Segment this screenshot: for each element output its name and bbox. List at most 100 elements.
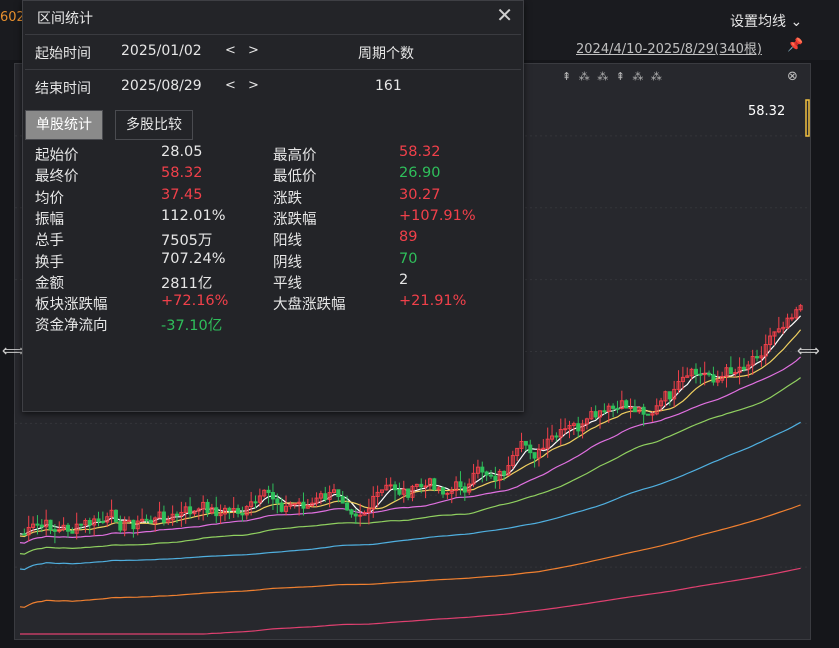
period-count-value: 161: [375, 78, 402, 94]
stat-label: 最终价: [35, 169, 79, 186]
candle-body: [175, 513, 179, 517]
stat-label: 阳线: [273, 233, 302, 250]
stat-value: 707.24%: [161, 250, 226, 267]
stat-value: 2811亿: [161, 275, 213, 292]
candle-body: [432, 478, 437, 491]
candle-body: [711, 374, 716, 383]
stat-label: 总手: [35, 233, 64, 250]
stat-value: -37.10亿: [161, 318, 223, 335]
candle-body: [667, 391, 672, 400]
period-count-label: 周期个数: [358, 46, 414, 62]
candle-body: [127, 519, 132, 522]
stat-value: +72.16%: [161, 293, 229, 310]
tab-single-stock[interactable]: 单股统计: [25, 110, 103, 140]
stat-label: 板块涨跌幅: [35, 297, 108, 314]
candle-body: [554, 435, 559, 438]
stat-label: 换手: [35, 254, 64, 271]
candle-body: [336, 489, 341, 498]
start-time-label: 起始时间: [35, 46, 91, 62]
candle-body: [423, 485, 428, 488]
tab-multi-stock[interactable]: 多股比较: [115, 110, 193, 140]
candle-body: [646, 413, 650, 416]
candle-body: [253, 501, 258, 504]
candle-body: [624, 400, 629, 409]
resize-right-icon[interactable]: ⟺: [797, 341, 820, 360]
interval-stats-dialog: 区间统计 ✕ 起始时间 2025/01/02 < > 周期个数 结束时间 202…: [22, 0, 524, 412]
candle-body: [240, 512, 245, 516]
stat-value: 37.45: [161, 186, 203, 203]
stat-label: 平线: [273, 275, 302, 292]
start-time-row: 起始时间 2025/01/02 < > 周期个数: [25, 34, 521, 69]
candle-body: [275, 498, 280, 504]
pin-icon[interactable]: 📌: [787, 38, 803, 53]
candle-body: [161, 511, 166, 523]
ma-line: [20, 567, 801, 635]
candle-body: [523, 440, 528, 446]
candle-body: [445, 492, 450, 495]
candle-body: [87, 519, 92, 526]
candle-body: [698, 373, 703, 376]
candle-body: [65, 524, 70, 532]
end-date-value[interactable]: 2025/08/29: [121, 78, 202, 94]
candle-body: [301, 501, 306, 509]
range-label[interactable]: 2024/4/10-2025/8/29(340根): [576, 38, 762, 57]
candle-body: [79, 523, 84, 526]
candle-body: [693, 368, 698, 375]
stat-label: 资金净流向: [35, 318, 108, 335]
stat-label: 最高价: [273, 148, 317, 164]
end-date-nav[interactable]: < >: [225, 78, 263, 93]
end-time-label: 结束时间: [35, 81, 91, 97]
start-date-value[interactable]: 2025/01/02: [121, 43, 202, 59]
candle-body: [528, 444, 533, 454]
close-icon[interactable]: ✕: [496, 3, 513, 27]
ma-settings-dropdown[interactable]: 设置均线 ⌄: [730, 11, 802, 31]
stat-value: 26.90: [399, 165, 441, 182]
stat-value: 7505万: [161, 233, 213, 250]
candle-body: [113, 509, 118, 522]
start-date-nav[interactable]: < >: [225, 43, 263, 58]
candle-body: [397, 489, 402, 495]
candle-body: [615, 407, 620, 410]
candle-body: [728, 367, 733, 375]
candle-body: [593, 411, 598, 418]
candle-body: [236, 508, 241, 514]
candle-body: [96, 518, 101, 523]
candle-body: [266, 489, 271, 494]
candle-body: [576, 423, 581, 432]
candle-body: [393, 484, 398, 491]
candle-body: [755, 356, 760, 359]
latest-price-label: 58.32: [748, 104, 786, 119]
candle-body: [22, 533, 27, 536]
candle-body: [406, 488, 411, 498]
close-circle-icon[interactable]: ⊗: [787, 69, 798, 84]
candle-body: [188, 506, 193, 515]
stat-value: 58.32: [399, 144, 441, 160]
stat-value: 2: [399, 271, 409, 288]
stat-value: 30.27: [399, 186, 441, 203]
chevron-down-icon: ⌄: [790, 14, 803, 30]
stat-value: 112.01%: [161, 207, 226, 224]
candle-body: [131, 519, 136, 530]
candle-body: [340, 496, 345, 504]
candle-body: [35, 523, 40, 526]
candle-body: [611, 405, 616, 409]
candle-body: [462, 486, 467, 493]
candle-body: [292, 503, 297, 506]
candle-body: [641, 406, 646, 415]
stat-label: 最低价: [273, 169, 317, 186]
candle-body: [100, 521, 105, 524]
candle-body: [48, 519, 53, 531]
candle-body: [484, 471, 489, 476]
candle-body: [349, 509, 354, 515]
candle-body: [358, 514, 363, 517]
chart-toolbar[interactable]: ⇞ ⁂ ⁂ ⇞ ⁂ ⁂: [562, 70, 664, 83]
candle-body: [270, 492, 275, 500]
stat-label: 振幅: [35, 211, 64, 228]
candle-body: [789, 317, 794, 320]
candle-body: [419, 483, 424, 488]
candle-body: [480, 466, 485, 473]
stat-label: 均价: [35, 190, 64, 207]
candle-body: [532, 452, 537, 459]
stat-label: 起始价: [35, 148, 79, 164]
candle-body: [118, 520, 123, 531]
